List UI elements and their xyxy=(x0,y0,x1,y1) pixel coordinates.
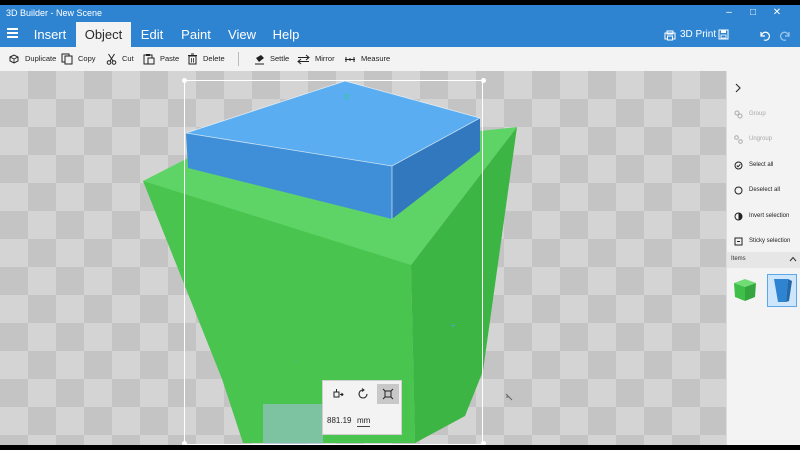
ungroup-icon xyxy=(734,134,743,144)
item-thumbnail-green-box[interactable] xyxy=(730,274,760,307)
toolbar-divider xyxy=(238,52,239,66)
settle-button[interactable]: Settle xyxy=(254,52,289,66)
hamburger-menu-icon[interactable] xyxy=(7,28,18,41)
trash-icon xyxy=(188,53,197,65)
object-toolbar: Duplicate Copy Cut Paste Delete Settle M… xyxy=(0,47,800,72)
tab-object[interactable]: Object xyxy=(76,22,131,47)
selection-handle-top-right[interactable] xyxy=(481,78,486,83)
redo-icon xyxy=(779,31,790,41)
green-box-icon xyxy=(734,279,756,301)
ungroup-label: Ungroup xyxy=(749,136,773,142)
tab-view[interactable]: View xyxy=(219,22,265,47)
mouse-cursor-icon xyxy=(505,393,513,401)
delete-label: Delete xyxy=(203,54,225,63)
duplicate-label: Duplicate xyxy=(25,54,57,63)
sticky-selection-icon xyxy=(734,237,743,245)
mirror-label: Mirror xyxy=(315,54,335,63)
center-marker-icon[interactable]: · xyxy=(295,358,298,367)
deselect-all-command[interactable]: Deselect all xyxy=(734,183,780,197)
tab-help[interactable]: Help xyxy=(265,22,307,47)
group-command[interactable]: Group xyxy=(734,107,766,121)
selection-handle-bottom-left[interactable] xyxy=(182,441,187,445)
rotate-tool-button[interactable] xyxy=(352,384,374,404)
scissors-icon xyxy=(106,53,117,65)
selection-handle-top-left[interactable] xyxy=(182,78,187,83)
paste-label: Paste xyxy=(160,54,180,63)
duplicate-button[interactable]: Duplicate xyxy=(8,52,56,66)
invert-selection-icon xyxy=(734,212,743,220)
select-all-command[interactable]: Select all xyxy=(734,158,773,172)
move-tool-button[interactable] xyxy=(327,384,349,404)
paste-button[interactable]: Paste xyxy=(143,52,179,66)
group-icon xyxy=(734,110,743,118)
menu-bar: Insert Object Edit Paint View Help 3D Pr… xyxy=(0,22,800,47)
close-button[interactable]: ✕ xyxy=(766,6,788,20)
title-bar: 3D Builder - New Scene – □ ✕ xyxy=(0,5,800,22)
deselect-all-icon xyxy=(734,186,743,194)
ruler-icon xyxy=(345,56,355,62)
paste-icon xyxy=(143,54,155,65)
settle-label: Settle xyxy=(270,54,290,63)
duplicate-icon xyxy=(9,54,19,64)
select-all-icon xyxy=(734,161,743,169)
settle-icon xyxy=(255,54,264,64)
items-label: Items xyxy=(731,256,746,262)
window-title: 3D Builder - New Scene xyxy=(6,8,103,18)
deselect-all-label: Deselect all xyxy=(749,187,781,193)
scale-unit-dropdown[interactable]: mm xyxy=(357,416,371,427)
rotate-icon xyxy=(358,388,368,399)
tab-edit[interactable]: Edit xyxy=(131,22,173,47)
side-panel: Group Ungroup Select all Deselect all In… xyxy=(726,71,800,445)
save-button[interactable] xyxy=(718,26,729,44)
save-icon xyxy=(718,29,729,40)
minimize-button[interactable]: – xyxy=(718,6,740,20)
measure-label: Measure xyxy=(361,54,391,63)
blue-box-icon xyxy=(774,279,792,302)
cut-label: Cut xyxy=(122,54,134,63)
collapse-panel-chevron-icon[interactable] xyxy=(735,83,741,93)
maximize-button[interactable]: □ xyxy=(742,6,764,20)
invert-selection-command[interactable]: Invert selection xyxy=(734,209,789,223)
printer-icon xyxy=(664,30,676,40)
sticky-selection-command[interactable]: Sticky selection xyxy=(734,234,790,248)
side-marker-icon[interactable]: ÷ xyxy=(451,321,456,330)
measure-button[interactable]: Measure xyxy=(344,52,390,66)
scale-value[interactable]: 881.19 xyxy=(327,416,351,425)
tab-paint[interactable]: Paint xyxy=(173,22,219,47)
scale-icon xyxy=(382,388,394,400)
app-window: 3D Builder - New Scene – □ ✕ Insert Obje… xyxy=(0,5,800,445)
move-icon xyxy=(333,389,344,398)
cut-button[interactable]: Cut xyxy=(106,52,134,66)
undo-button[interactable] xyxy=(758,26,771,44)
transform-widget: 881.19 mm xyxy=(322,380,402,435)
sticky-selection-label: Sticky selection xyxy=(749,238,791,244)
invert-selection-label: Invert selection xyxy=(749,213,790,219)
3d-print-label: 3D Print xyxy=(680,29,717,40)
undo-icon xyxy=(760,31,771,41)
group-label: Group xyxy=(749,111,766,117)
scale-tool-button[interactable] xyxy=(377,384,399,404)
selection-handle-bottom-right[interactable] xyxy=(481,441,486,445)
delete-button[interactable]: Delete xyxy=(187,52,225,66)
redo-button[interactable] xyxy=(779,26,792,44)
copy-icon xyxy=(61,53,73,65)
3d-viewport[interactable]: ± · ÷ 881.19 mm xyxy=(0,71,726,445)
blue-box-shadow xyxy=(263,404,323,444)
tab-insert[interactable]: Insert xyxy=(24,22,76,47)
chevron-up-icon xyxy=(789,256,797,262)
mirror-button[interactable]: Mirror xyxy=(297,52,335,66)
copy-button[interactable]: Copy xyxy=(61,52,96,66)
copy-label: Copy xyxy=(78,54,96,63)
3d-print-button[interactable]: 3D Print xyxy=(664,26,716,44)
ungroup-command[interactable]: Ungroup xyxy=(734,132,772,146)
item-thumbnail-blue-box[interactable] xyxy=(767,274,797,307)
select-all-label: Select all xyxy=(749,162,774,168)
mirror-arrows-icon xyxy=(297,54,310,64)
rotation-marker-icon[interactable]: ± xyxy=(344,91,349,101)
items-section-header[interactable]: Items xyxy=(727,252,800,268)
